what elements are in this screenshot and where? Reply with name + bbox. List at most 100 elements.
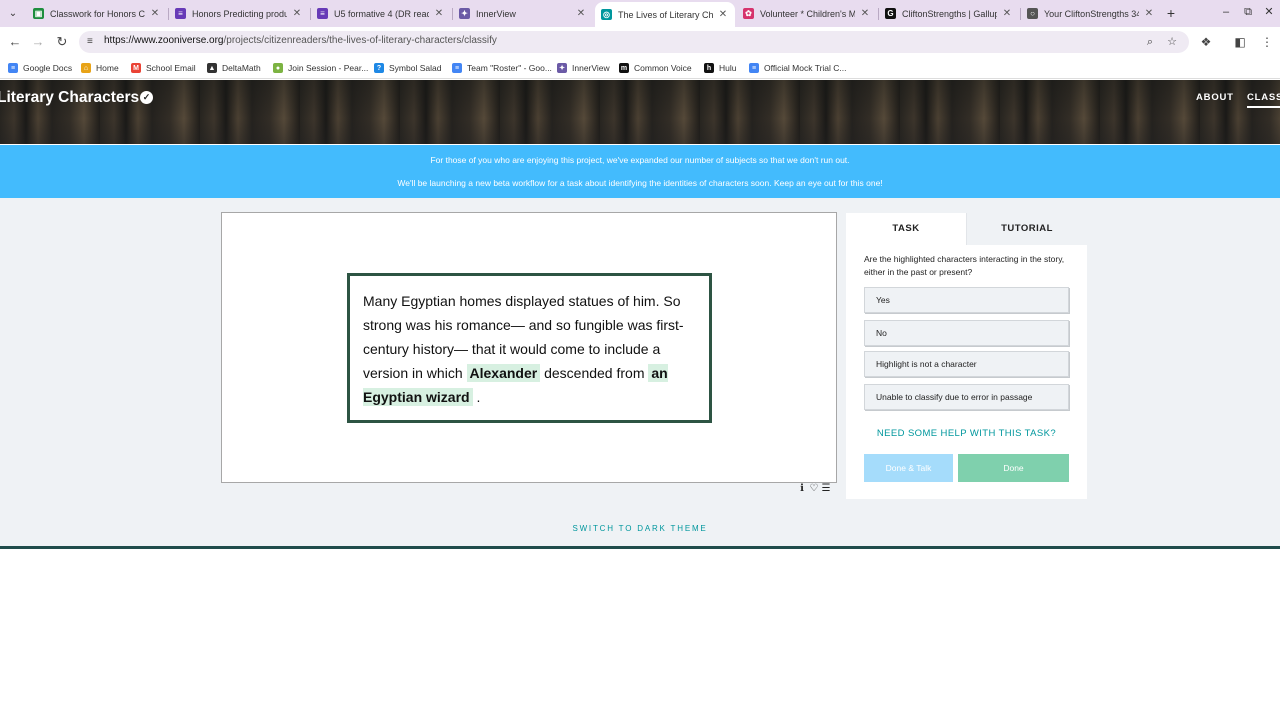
tab-title: The Lives of Literary Chara — [618, 9, 713, 20]
tab-search-chevron-icon[interactable]: ⌄ — [4, 4, 22, 22]
common-voice-icon: m — [619, 63, 629, 73]
bookmark-item[interactable]: ▲ DeltaMath — [207, 61, 261, 75]
home-icon: ⌂ — [81, 63, 91, 73]
bookmark-star-icon[interactable]: ☆ — [1164, 34, 1180, 50]
browser-tab[interactable]: ≡ Honors Predicting product ✕ — [169, 3, 309, 24]
bookmark-label: Symbol Salad — [389, 63, 442, 73]
browser-tab[interactable]: ✦ InnerView ✕ — [453, 3, 593, 24]
close-window-button[interactable]: ✕ — [1261, 4, 1277, 20]
deltamath-icon: ▲ — [207, 63, 217, 73]
bookmark-item[interactable]: ● Join Session - Pear... — [273, 61, 368, 75]
bookmark-label: Official Mock Trial C... — [764, 63, 847, 73]
browser-tab[interactable]: ○ Your CliftonStrengths 34 ✕ — [1021, 3, 1161, 24]
close-tab-icon[interactable]: ✕ — [575, 8, 587, 19]
url-path: /projects/citizenreaders/the-lives-of-li… — [223, 35, 497, 46]
close-tab-icon[interactable]: ✕ — [149, 8, 161, 19]
info-icon[interactable]: ℹ — [797, 483, 809, 494]
reload-icon[interactable]: ↻ — [53, 33, 71, 51]
menu-kebab-icon[interactable]: ⋮ — [1258, 33, 1276, 51]
forward-arrow-icon[interactable]: → — [29, 33, 47, 51]
back-arrow-icon[interactable]: ← — [6, 33, 24, 51]
browser-tab[interactable]: G CliftonStrengths | Gallup ✕ — [879, 3, 1019, 24]
zooniverse-icon: ◎ — [601, 9, 612, 20]
address-bar[interactable]: ≡ https://www.zooniverse.org/projects/ci… — [79, 31, 1189, 53]
bookmark-label: Hulu — [719, 63, 737, 73]
close-tab-icon[interactable]: ✕ — [717, 9, 729, 20]
bookmark-item[interactable]: ✦ InnerView — [557, 61, 610, 75]
answer-not-a-character[interactable]: Highlight is not a character — [864, 351, 1069, 377]
extensions-icon[interactable]: ❖ — [1197, 33, 1215, 51]
site-info-icon[interactable]: ≡ — [87, 34, 101, 50]
collections-list-icon[interactable]: ☰ — [821, 483, 833, 494]
bookmark-item[interactable]: m Common Voice — [619, 61, 692, 75]
bookmark-item[interactable]: M School Email — [131, 61, 196, 75]
tab-title: Your CliftonStrengths 34 — [1044, 8, 1139, 19]
browser-tab[interactable]: ✿ Volunteer * Children's Mus ✕ — [737, 3, 877, 24]
task-question: Are the highlighted characters interacti… — [864, 254, 1065, 277]
tab-title: InnerView — [476, 8, 516, 19]
highlight-character-1: Alexander — [466, 364, 541, 382]
restore-window-button[interactable]: ⧉ — [1240, 4, 1256, 20]
classify-area: Many Egyptian homes displayed statues of… — [0, 198, 1280, 546]
bookmark-label: School Email — [146, 63, 196, 73]
tab-title: Classwork for Honors Che — [50, 8, 145, 19]
nav-about[interactable]: ABOUT — [1196, 92, 1234, 103]
footer-divider — [0, 546, 1280, 549]
browser-tab[interactable]: ▣ Classwork for Honors Che ✕ — [27, 3, 167, 24]
tab-task[interactable]: TASK — [846, 213, 966, 245]
bookmark-label: Team "Roster" - Goo... — [467, 63, 552, 73]
switch-theme-link[interactable]: SWITCH TO DARK THEME — [0, 524, 1280, 533]
close-tab-icon[interactable]: ✕ — [433, 8, 445, 19]
bookmark-label: Join Session - Pear... — [288, 63, 369, 73]
bookmark-item[interactable]: ≡ Official Mock Trial C... — [749, 61, 847, 75]
google-docs-icon: ≡ — [749, 63, 759, 73]
bookmarks-bar: ≡ Google Docs ⌂ Home M School Email ▲ DeltaMath… — [0, 57, 1280, 79]
google-docs-icon: ≡ — [8, 63, 18, 73]
browser-tab-strip: ⌄ ▣ Classwork for Honors Che ✕ ≡ Honors Pred… — [0, 0, 1280, 27]
project-header: Literary Characters ✓ ABOUT CLASSIFY — [0, 80, 1280, 144]
close-tab-icon[interactable]: ✕ — [1143, 8, 1155, 19]
browser-toolbar: ← → ↻ ≡ https://www.zooniverse.org/proje… — [0, 27, 1280, 57]
bookmark-item[interactable]: h Hulu — [704, 61, 736, 75]
innerview-icon: ✦ — [557, 63, 567, 73]
google-forms-icon: ≡ — [317, 8, 328, 19]
bookmark-label: Home — [96, 63, 119, 73]
symbol-salad-icon: ? — [374, 63, 384, 73]
project-title[interactable]: Literary Characters — [0, 89, 139, 107]
done-and-talk-button[interactable]: Done & Talk — [864, 454, 953, 482]
side-panel-icon[interactable]: ◧ — [1231, 33, 1249, 51]
done-button[interactable]: Done — [958, 454, 1069, 482]
gmail-icon: M — [131, 63, 141, 73]
text-passage: Many Egyptian homes displayed statues of… — [347, 273, 712, 423]
bookmark-item[interactable]: ≡ Google Docs — [8, 61, 72, 75]
url-host: https://www.zooniverse.org — [104, 35, 224, 46]
bookmark-item[interactable]: ? Symbol Salad — [374, 61, 441, 75]
tab-title: Honors Predicting product — [192, 8, 287, 19]
bookmark-item[interactable]: ≡ Team "Roster" - Goo... — [452, 61, 552, 75]
minimize-window-button[interactable]: – — [1218, 4, 1234, 20]
browser-tab[interactable]: ◎ The Lives of Literary Chara ✕ — [595, 2, 735, 27]
subject-viewer: Many Egyptian homes displayed statues of… — [221, 212, 837, 483]
hulu-icon: h — [704, 63, 714, 73]
url-text[interactable]: https://www.zooniverse.org/projects/citi… — [104, 35, 497, 46]
passage-text-after: . — [472, 389, 481, 405]
close-tab-icon[interactable]: ✕ — [291, 8, 303, 19]
nav-classify[interactable]: CLASSIFY — [1247, 92, 1280, 108]
favorite-heart-icon[interactable]: ♡ — [809, 483, 821, 494]
passage-text-middle: descended from — [540, 365, 649, 381]
close-tab-icon[interactable]: ✕ — [1001, 8, 1013, 19]
close-tab-icon[interactable]: ✕ — [859, 8, 871, 19]
zoom-icon[interactable]: ⌕ — [1142, 34, 1158, 50]
tab-tutorial[interactable]: TUTORIAL — [966, 213, 1087, 245]
answer-yes[interactable]: Yes — [864, 287, 1069, 313]
new-tab-button[interactable]: + — [1163, 4, 1179, 22]
tab-title: U5 formative 4 (DR reactio — [334, 8, 429, 19]
google-classroom-icon: ▣ — [33, 8, 44, 19]
answer-no[interactable]: No — [864, 320, 1069, 346]
help-link[interactable]: NEED SOME HELP WITH THIS TASK? — [846, 428, 1087, 439]
answer-unable-to-classify[interactable]: Unable to classify due to error in passa… — [864, 384, 1069, 410]
task-tabs: TASK TUTORIAL — [846, 213, 1087, 245]
browser-tab[interactable]: ≡ U5 formative 4 (DR reactio ✕ — [311, 3, 451, 24]
bookmark-item[interactable]: ⌂ Home — [81, 61, 119, 75]
bookmark-label: DeltaMath — [222, 63, 261, 73]
